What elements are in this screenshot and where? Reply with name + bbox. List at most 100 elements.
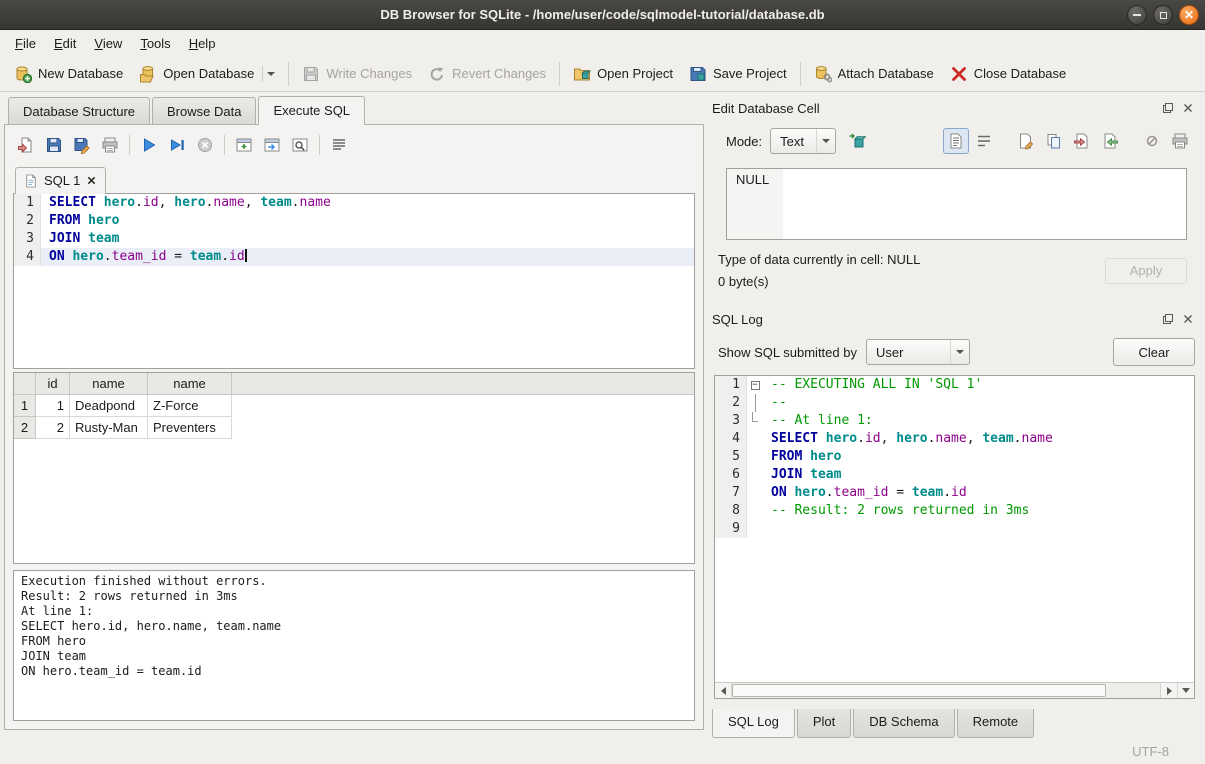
apply-button[interactable]: Apply — [1105, 258, 1187, 284]
line-number: 4 — [715, 430, 747, 448]
attach-database-icon — [814, 65, 832, 83]
new-tab-icon[interactable] — [231, 132, 257, 158]
scroll-left-icon[interactable] — [715, 683, 732, 698]
import-cell-icon[interactable] — [1097, 128, 1123, 154]
cell[interactable]: Rusty-Man — [70, 417, 148, 439]
execute-line-icon[interactable] — [164, 132, 190, 158]
scrollbar-thumb[interactable] — [732, 684, 1106, 697]
scroll-down-icon[interactable] — [1177, 683, 1194, 698]
toolbar-separator — [129, 135, 130, 155]
new-database-button[interactable]: New Database — [6, 61, 131, 87]
tab-execute-sql[interactable]: Execute SQL — [258, 96, 365, 125]
find-replace-icon[interactable] — [287, 132, 313, 158]
menu-view[interactable]: View — [85, 32, 131, 55]
stop-icon[interactable] — [192, 132, 218, 158]
word-wrap-icon[interactable] — [971, 128, 997, 154]
copy-cell-icon[interactable] — [1041, 128, 1067, 154]
dropdown-arrow-icon[interactable] — [262, 66, 275, 82]
scrollbar-track[interactable] — [1106, 683, 1160, 698]
open-database-button[interactable]: Open Database — [131, 61, 283, 87]
open-sql-icon[interactable] — [13, 132, 39, 158]
menu-edit[interactable]: Edit — [45, 32, 85, 55]
maximize-button[interactable] — [1153, 5, 1173, 25]
sql-log-view[interactable]: 1−-- EXECUTING ALL IN 'SQL 1'2--3-- At l… — [714, 375, 1195, 699]
save-cell-icon[interactable] — [1013, 128, 1039, 154]
text-cursor — [245, 249, 247, 262]
horizontal-scrollbar[interactable] — [715, 682, 1194, 698]
row-number[interactable]: 1 — [14, 395, 36, 417]
fold-marker[interactable]: − — [747, 376, 763, 394]
column-header[interactable]: id — [36, 373, 70, 395]
code-text: -- At line 1: — [763, 412, 1194, 430]
close-dock-icon[interactable] — [1180, 312, 1195, 327]
write-changes-label: Write Changes — [326, 66, 412, 81]
cell[interactable]: Deadpond — [70, 395, 148, 417]
float-dock-icon[interactable] — [1160, 101, 1175, 116]
close-dock-icon[interactable] — [1180, 101, 1195, 116]
collapse-icon[interactable]: − — [751, 381, 760, 390]
save-sql-as-icon[interactable] — [69, 132, 95, 158]
write-changes-button[interactable]: Write Changes — [294, 61, 420, 87]
cell-value: NULL — [727, 169, 783, 239]
column-header[interactable]: name — [148, 373, 232, 395]
tab-database-structure[interactable]: Database Structure — [8, 97, 150, 124]
cell[interactable]: 2 — [36, 417, 70, 439]
code-line: 2-- — [715, 394, 1194, 412]
column-header[interactable]: name — [70, 373, 148, 395]
text-view-icon[interactable] — [943, 128, 969, 154]
menu-file[interactable]: File — [6, 32, 45, 55]
close-window-button[interactable]: ✕ — [1179, 5, 1199, 25]
scroll-right-icon[interactable] — [1160, 683, 1177, 698]
format-icon[interactable] — [326, 132, 352, 158]
code-text: -- Result: 2 rows returned in 3ms — [763, 502, 1194, 520]
table-row: 22Rusty-ManPreventers — [14, 417, 694, 439]
open-in-tab-icon[interactable] — [259, 132, 285, 158]
fold-marker — [747, 466, 763, 484]
import-file-icon[interactable] — [844, 128, 870, 154]
clear-log-button[interactable]: Clear — [1113, 338, 1195, 366]
close-tab-icon[interactable] — [87, 176, 96, 185]
dock-tab-sql-log[interactable]: SQL Log — [712, 709, 795, 738]
code-text: SELECT hero.id, hero.name, team.name — [41, 194, 694, 212]
dock-tab-remote[interactable]: Remote — [957, 709, 1035, 738]
dock-tab-db-schema[interactable]: DB Schema — [853, 709, 954, 738]
row-number[interactable]: 2 — [14, 417, 36, 439]
code-text: ON hero.team_id = team.id — [763, 484, 1194, 502]
float-dock-icon[interactable] — [1160, 312, 1175, 327]
close-icon: ✕ — [1184, 9, 1194, 21]
execution-output: Execution finished without errors. Resul… — [13, 570, 695, 721]
sql-tab[interactable]: SQL 1 — [15, 167, 106, 194]
execute-all-icon[interactable] — [136, 132, 162, 158]
menu-help[interactable]: Help — [180, 32, 225, 55]
log-filter-row: Show SQL submitted by User Clear — [718, 338, 1195, 366]
attach-database-button[interactable]: Attach Database — [806, 61, 942, 87]
dock-tab-plot[interactable]: Plot — [797, 709, 851, 738]
cell[interactable]: 1 — [36, 395, 70, 417]
minimize-button[interactable] — [1127, 5, 1147, 25]
close-database-button[interactable]: Close Database — [942, 61, 1075, 87]
line-number: 1 — [14, 194, 41, 212]
fold-marker — [747, 520, 763, 538]
export-cell-icon[interactable] — [1069, 128, 1095, 154]
cell-value-editor[interactable]: NULL — [726, 168, 1187, 240]
open-project-icon — [573, 65, 591, 83]
code-text: FROM hero — [763, 448, 1194, 466]
line-number: 2 — [715, 394, 747, 412]
log-filter-combobox[interactable]: User — [866, 339, 970, 365]
save-sql-icon[interactable] — [41, 132, 67, 158]
cell[interactable]: Preventers — [148, 417, 232, 439]
print-icon[interactable] — [97, 132, 123, 158]
set-null-icon[interactable] — [1139, 128, 1165, 154]
cell-editor-icons — [943, 128, 1193, 154]
print-cell-icon[interactable] — [1167, 128, 1193, 154]
save-project-button[interactable]: Save Project — [681, 61, 795, 87]
tab-browse-data[interactable]: Browse Data — [152, 97, 256, 124]
menu-tools[interactable]: Tools — [131, 32, 179, 55]
sql-editor[interactable]: 1SELECT hero.id, hero.name, team.name2FR… — [13, 193, 695, 369]
revert-changes-button[interactable]: Revert Changes — [420, 61, 554, 87]
open-project-button[interactable]: Open Project — [565, 61, 681, 87]
mode-combobox[interactable]: Text — [770, 128, 836, 154]
code-text — [763, 520, 1194, 538]
log-filter-value: User — [876, 345, 903, 360]
cell[interactable]: Z-Force — [148, 395, 232, 417]
